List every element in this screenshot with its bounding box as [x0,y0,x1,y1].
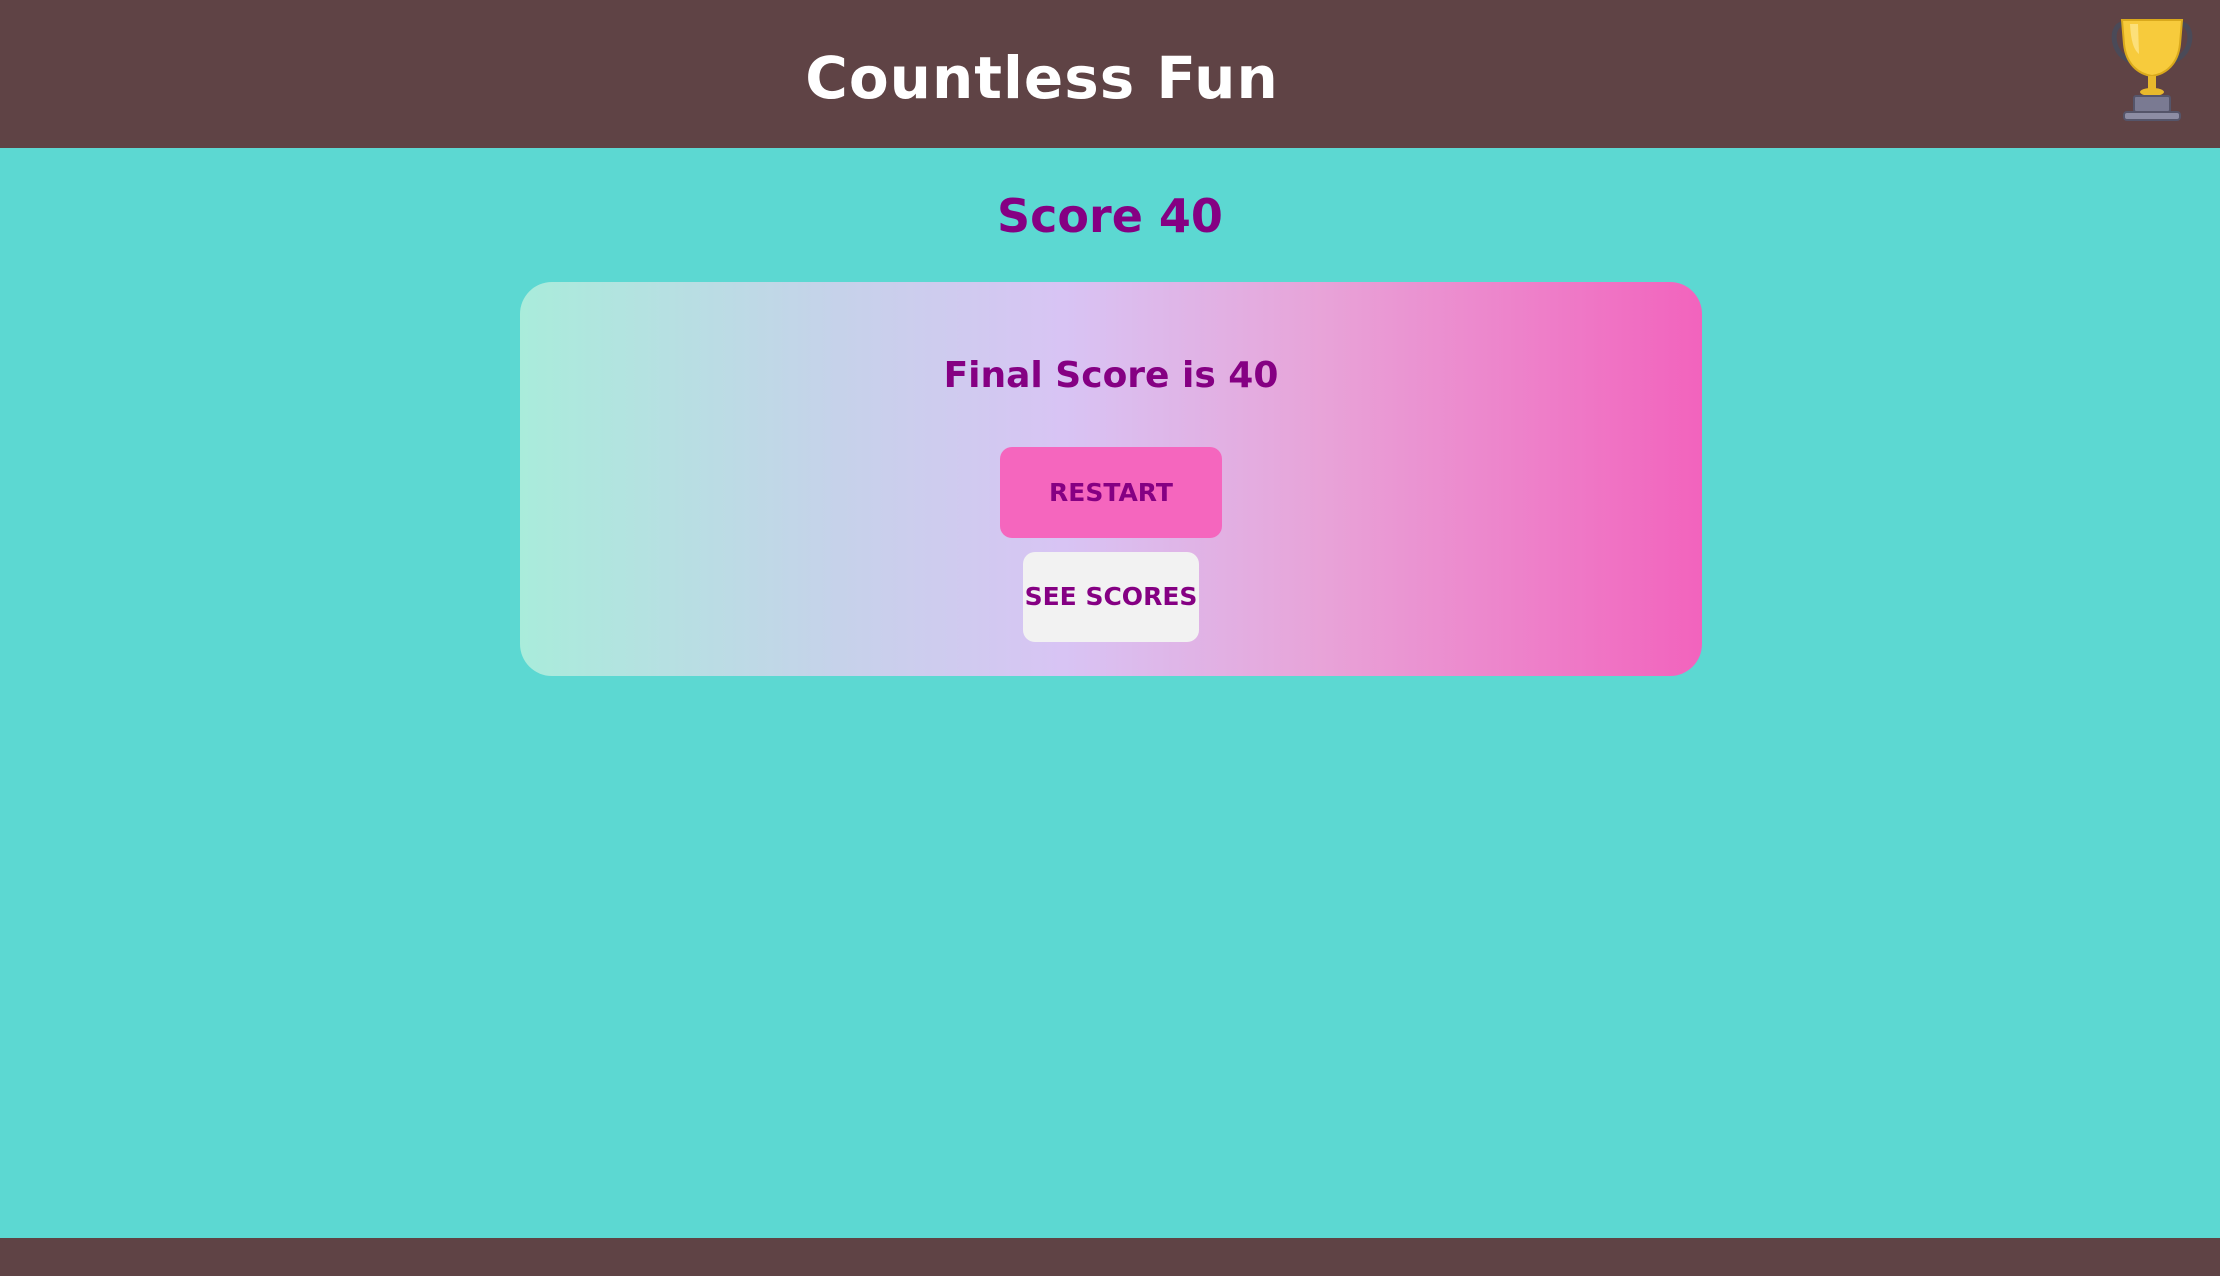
app-footer [0,1238,2220,1276]
app-header: Countless Fun [0,0,2220,148]
trophy-icon [2111,19,2193,121]
trophy-button[interactable] [2108,14,2196,128]
see-scores-button[interactable]: SEE SCORES [1023,552,1199,642]
restart-button[interactable]: RESTART [1000,447,1222,538]
result-card: Final Score is 40 RESTART SEE SCORES [520,282,1702,676]
final-score-text: Final Score is 40 [943,355,1279,396]
score-heading: Score 40 [997,189,1223,243]
app-title: Countless Fun [805,44,1279,112]
